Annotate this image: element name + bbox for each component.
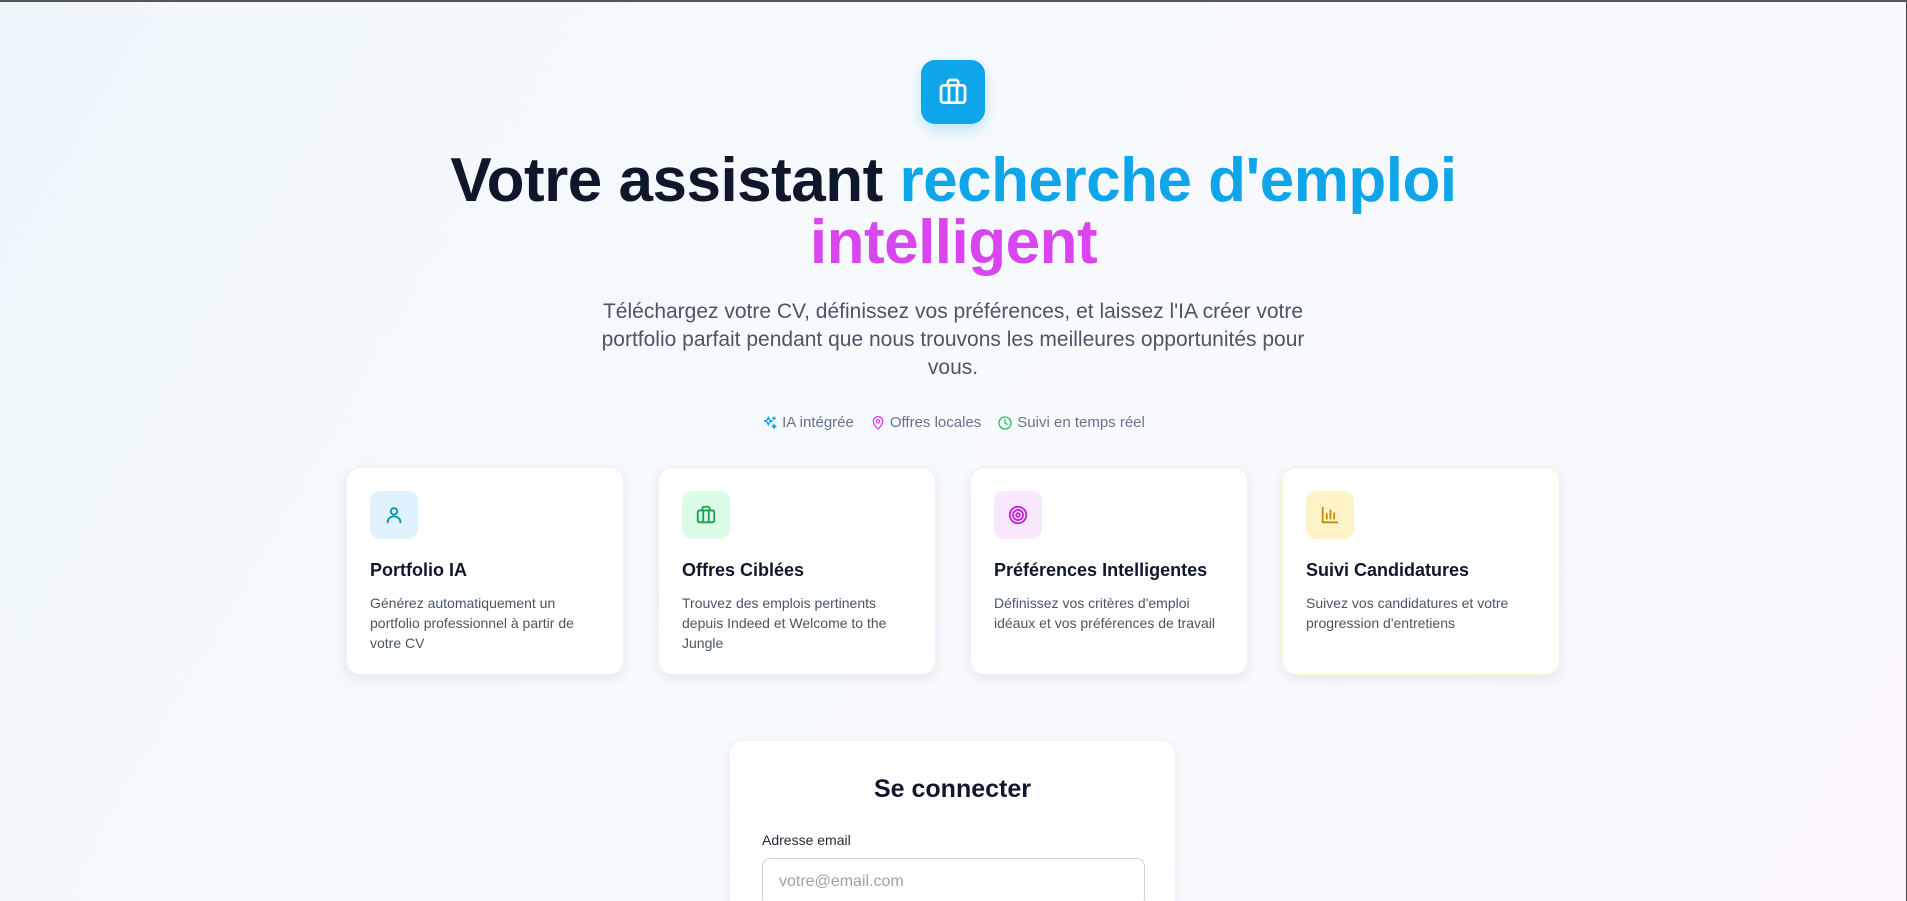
hero-title-part1: Votre assistant bbox=[450, 146, 900, 215]
card-description: Trouvez des emplois pertinents depuis In… bbox=[682, 595, 887, 651]
feature-card-portfolio: Portfolio IA Générez automatiquement un … bbox=[346, 467, 624, 675]
card-icon-tile bbox=[370, 491, 418, 539]
card-title: Préférences Intelligentes bbox=[994, 560, 1208, 580]
app-logo bbox=[921, 60, 985, 124]
email-label: Adresse email bbox=[762, 832, 851, 848]
login-card: Se connecter Adresse email bbox=[729, 740, 1176, 901]
hero-subtitle: Téléchargez votre CV, définissez vos pré… bbox=[601, 300, 1305, 379]
hero-title: Votre assistant recherche d'emploi intel… bbox=[0, 150, 1907, 274]
briefcase-icon bbox=[939, 78, 967, 104]
clock-icon bbox=[998, 415, 1012, 430]
card-description: Générez automatiquement un portfolio pro… bbox=[370, 595, 574, 651]
hero-title-part2: recherche d'emploi bbox=[899, 146, 1458, 215]
card-icon-tile bbox=[1306, 491, 1354, 539]
map-pin-icon bbox=[872, 415, 884, 430]
tag-label: IA intégrée bbox=[782, 414, 854, 431]
email-input[interactable] bbox=[762, 858, 1145, 901]
feature-cards: Portfolio IA Générez automatiquement un … bbox=[346, 467, 1561, 675]
tag-ia: IA intégrée bbox=[762, 414, 854, 431]
card-title: Offres Ciblées bbox=[682, 560, 805, 580]
feature-card-offres: Offres Ciblées Trouvez des emplois perti… bbox=[658, 467, 936, 675]
tag-suivi: Suivi en temps réel bbox=[997, 414, 1145, 431]
briefcase-icon bbox=[696, 505, 716, 524]
bar-chart-icon bbox=[1321, 506, 1339, 524]
card-description: Suivez vos candidatures et votre progres… bbox=[1306, 595, 1509, 631]
card-icon-tile bbox=[682, 491, 730, 539]
feature-tags: IA intégrée Offres locales Suivi en temp… bbox=[0, 414, 1907, 431]
user-icon bbox=[386, 507, 402, 524]
target-icon bbox=[1008, 505, 1028, 525]
tag-label: Suivi en temps réel bbox=[1017, 414, 1145, 431]
sparkles-icon bbox=[763, 415, 777, 429]
tag-label: Offres locales bbox=[889, 414, 982, 431]
tag-offres: Offres locales bbox=[870, 414, 981, 431]
card-description: Définissez vos critères d'emploi idéaux … bbox=[994, 595, 1216, 631]
card-title: Portfolio IA bbox=[370, 560, 467, 580]
feature-card-suivi: Suivi Candidatures Suivez vos candidatur… bbox=[1282, 467, 1560, 675]
hero-title-part3: intelligent bbox=[809, 208, 1098, 277]
card-icon-tile bbox=[994, 491, 1042, 539]
feature-card-preferences: Préférences Intelligentes Définissez vos… bbox=[970, 467, 1248, 675]
card-title: Suivi Candidatures bbox=[1306, 560, 1470, 580]
login-title: Se connecter bbox=[873, 775, 1031, 803]
